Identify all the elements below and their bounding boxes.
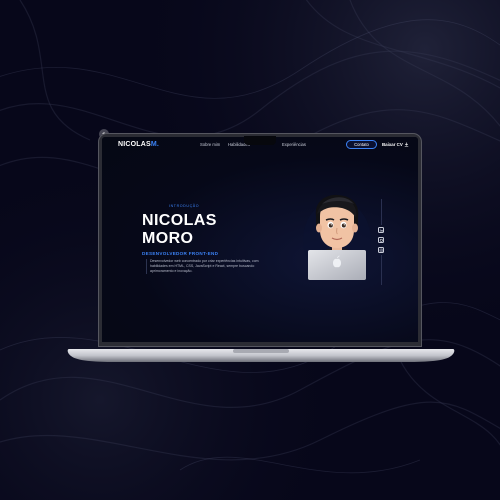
- social-divider-top: [380, 199, 382, 225]
- hero-description: Desenvolvedor web concentrado por criar …: [146, 259, 268, 274]
- social-links: [378, 199, 384, 291]
- laptop-base: [67, 349, 455, 362]
- contact-button[interactable]: Contato: [346, 140, 377, 149]
- hero-name-line1: NICOLAS: [142, 212, 217, 229]
- linkedin-icon[interactable]: [378, 227, 384, 233]
- download-cv-link[interactable]: Baixar CV: [382, 142, 409, 147]
- instagram-icon[interactable]: [378, 247, 384, 253]
- nav-link-about[interactable]: Sobre mim: [200, 142, 220, 147]
- hero-name: NICOLAS MORO: [142, 212, 217, 248]
- brand-accent-text: M.: [150, 141, 160, 148]
- brand-logo[interactable]: NICOLASM.: [118, 141, 159, 148]
- hero-name-line2: MORO: [142, 230, 194, 247]
- download-icon: [404, 142, 409, 147]
- hero-role: DESENVOLVEDOR FRONT-END: [142, 251, 219, 256]
- github-icon[interactable]: [378, 237, 384, 243]
- hero-eyebrow: INTRODUÇÃO: [169, 204, 200, 208]
- nav-link-experience[interactable]: Experiências: [282, 142, 306, 147]
- memoji-avatar: [303, 194, 371, 280]
- camera-notch: [244, 136, 276, 145]
- download-cv-label: Baixar CV: [382, 142, 403, 147]
- laptop-screen: NICOLASM. Sobre mim Habilidades Experiên…: [102, 137, 418, 342]
- brand-main-text: NICOLAS: [118, 141, 151, 148]
- social-divider-bottom: [380, 255, 382, 285]
